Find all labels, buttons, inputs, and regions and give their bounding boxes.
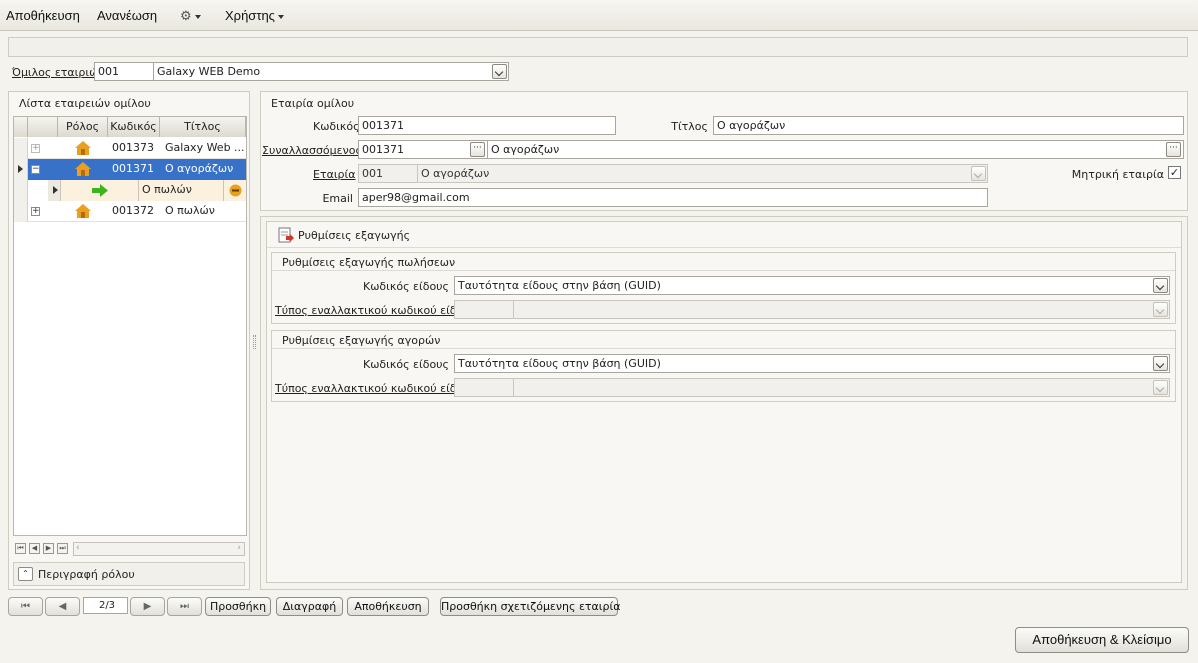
menu-settings[interactable]: ⚙ <box>180 8 201 24</box>
row-code: 001373 <box>112 141 154 154</box>
add-related-company-button[interactable]: Προσθήκη σχετιζόμενης εταιρία <box>440 597 620 616</box>
menu-users[interactable]: Χρήστης <box>225 8 284 23</box>
col-code[interactable]: Κωδικός <box>108 117 160 137</box>
row-indicator-icon <box>18 165 23 173</box>
company-dropdown-button[interactable] <box>971 166 986 181</box>
group-dropdown-button[interactable] <box>492 64 507 79</box>
company-panel-title: Εταιρία ομίλου <box>271 97 355 110</box>
table-row[interactable]: + 001373 Galaxy Web ... <box>14 138 246 159</box>
pager-next-button[interactable]: ▶ <box>130 597 165 616</box>
company-list-panel: Λίστα εταιρειών ομίλου Ρόλος Κωδικός Τίτ… <box>8 91 250 590</box>
partner-name-lookup-button[interactable]: ··· <box>1166 142 1181 157</box>
grid-last-icon[interactable]: ⏭ <box>57 543 68 554</box>
group-name-select[interactable]: Galaxy WEB Demo <box>153 62 509 81</box>
child-indicator-icon <box>53 186 58 194</box>
sales-alt-code-select[interactable] <box>513 300 1170 319</box>
sales-export-title: Ρυθμίσεις εξαγωγής πωλήσεων <box>282 256 456 269</box>
child-title: Ο πωλών <box>142 183 192 196</box>
role-description-bar[interactable]: ⌃ Περιγραφή ρόλου <box>13 562 245 586</box>
grid-first-icon[interactable]: ⏮ <box>15 543 26 554</box>
company-label[interactable]: Εταιρία <box>313 168 356 181</box>
record-pager: ⏮ ◀ 2/3 ▶ ⏭ Προσθήκη Διαγραφή Αποθήκευση… <box>8 597 628 617</box>
house-icon <box>75 141 91 155</box>
grid-next-icon[interactable]: ▶ <box>43 543 54 554</box>
pager-first-button[interactable]: ⏮ <box>8 597 43 616</box>
partner-code-lookup-button[interactable]: ··· <box>470 142 485 157</box>
delete-button[interactable]: Διαγραφή <box>276 597 343 616</box>
col-title[interactable]: Τίτλος <box>160 117 246 137</box>
purchases-alt-code-dropdown[interactable] <box>1153 380 1168 395</box>
parent-company-checkbox[interactable]: ✓ <box>1168 166 1181 179</box>
menu-save[interactable]: Αποθήκευση <box>6 8 80 23</box>
group-code-field[interactable]: 001 <box>94 62 154 81</box>
sales-alt-code-label[interactable]: Τύπος εναλλακτικού κωδικού είδους <box>275 304 476 317</box>
purchases-export-title: Ρυθμίσεις εξαγωγής αγορών <box>282 334 441 347</box>
grid-prev-icon[interactable]: ◀ <box>29 543 40 554</box>
horizontal-scrollbar[interactable]: ‹ › <box>73 542 245 556</box>
export-settings-icon <box>278 227 294 243</box>
expand-icon[interactable]: + <box>31 207 40 216</box>
chevron-up-icon[interactable]: ⌃ <box>18 567 33 581</box>
title-label: Τίτλος <box>671 120 708 133</box>
house-icon <box>75 162 91 176</box>
sales-item-code-select[interactable]: Ταυτότητα είδους στην βάση (GUID) <box>454 276 1170 295</box>
export-settings-title: Ρυθμίσεις εξαγωγής <box>298 229 411 242</box>
title-field[interactable]: Ο αγοράζων <box>713 116 1184 135</box>
minus-circle-icon[interactable] <box>229 184 242 197</box>
menu-bar: Αποθήκευση Ανανέωση ⚙ Χρήστης <box>0 0 1198 31</box>
table-row-selected[interactable]: − 001371 Ο αγοράζων <box>14 159 246 180</box>
table-row[interactable]: + 001372 Ο πωλών <box>14 201 246 222</box>
col-role[interactable]: Ρόλος <box>58 117 108 137</box>
row-code: 001372 <box>112 204 154 217</box>
purchases-alt-code-label[interactable]: Τύπος εναλλακτικού κωδικού είδους <box>275 382 476 395</box>
company-name-select[interactable]: Ο αγοράζων <box>417 164 988 183</box>
settings-gear-icon: ⚙ <box>180 8 192 23</box>
sales-alt-code-dropdown[interactable] <box>1153 302 1168 317</box>
save-and-close-button[interactable]: Αποθήκευση & Κλείσιμο <box>1015 627 1189 653</box>
group-label: Όμιλος εταιριών <box>12 66 105 79</box>
partner-label[interactable]: Συναλλασσόμενος <box>262 144 362 157</box>
pager-last-button[interactable]: ⏭ <box>167 597 202 616</box>
purchases-item-code-select[interactable]: Ταυτότητα είδους στην βάση (GUID) <box>454 354 1170 373</box>
splitter-handle[interactable] <box>253 335 256 349</box>
pager-prev-button[interactable]: ◀ <box>45 597 80 616</box>
pager-position-field[interactable]: 2/3 <box>83 597 128 614</box>
collapse-icon[interactable]: − <box>31 165 40 174</box>
role-description-label: Περιγραφή ρόλου <box>38 568 135 581</box>
parent-company-label: Μητρική εταιρία <box>1071 168 1164 181</box>
menu-refresh[interactable]: Ανανέωση <box>97 8 157 23</box>
child-row[interactable]: Ο πωλών <box>14 180 246 201</box>
email-label: Email <box>322 192 353 205</box>
row-title: Galaxy Web ... <box>165 141 245 154</box>
company-code-field[interactable]: 001 <box>358 164 418 183</box>
row-title: Ο πωλών <box>165 204 215 217</box>
save-button[interactable]: Αποθήκευση <box>347 597 429 616</box>
code-label: Κωδικός <box>313 120 360 133</box>
expand-icon[interactable]: + <box>31 144 40 153</box>
sales-item-code-dropdown[interactable] <box>1153 278 1168 293</box>
purchases-item-code-label: Κωδικός είδους <box>363 358 449 371</box>
purchases-alt-code-field[interactable] <box>454 378 514 397</box>
green-arrow-icon <box>92 184 108 197</box>
partner-name-field[interactable]: Ο αγοράζων <box>487 140 1184 159</box>
company-list-title: Λίστα εταιρειών ομίλου <box>19 97 151 110</box>
company-grid: Ρόλος Κωδικός Τίτλος + 001373 Galaxy Web… <box>13 116 247 536</box>
email-field[interactable]: aper98@gmail.com <box>358 188 988 207</box>
house-icon <box>75 204 91 218</box>
sales-alt-code-field[interactable] <box>454 300 514 319</box>
purchases-alt-code-select[interactable] <box>513 378 1170 397</box>
purchases-item-code-dropdown[interactable] <box>1153 356 1168 371</box>
add-button[interactable]: Προσθήκη <box>205 597 271 616</box>
toolbar-strip <box>8 37 1188 57</box>
sales-item-code-label: Κωδικός είδους <box>363 280 449 293</box>
row-title: Ο αγοράζων <box>165 162 234 175</box>
row-code: 001371 <box>112 162 154 175</box>
partner-code-field[interactable]: 001371 <box>358 140 488 159</box>
code-field[interactable]: 001371 <box>358 116 616 135</box>
